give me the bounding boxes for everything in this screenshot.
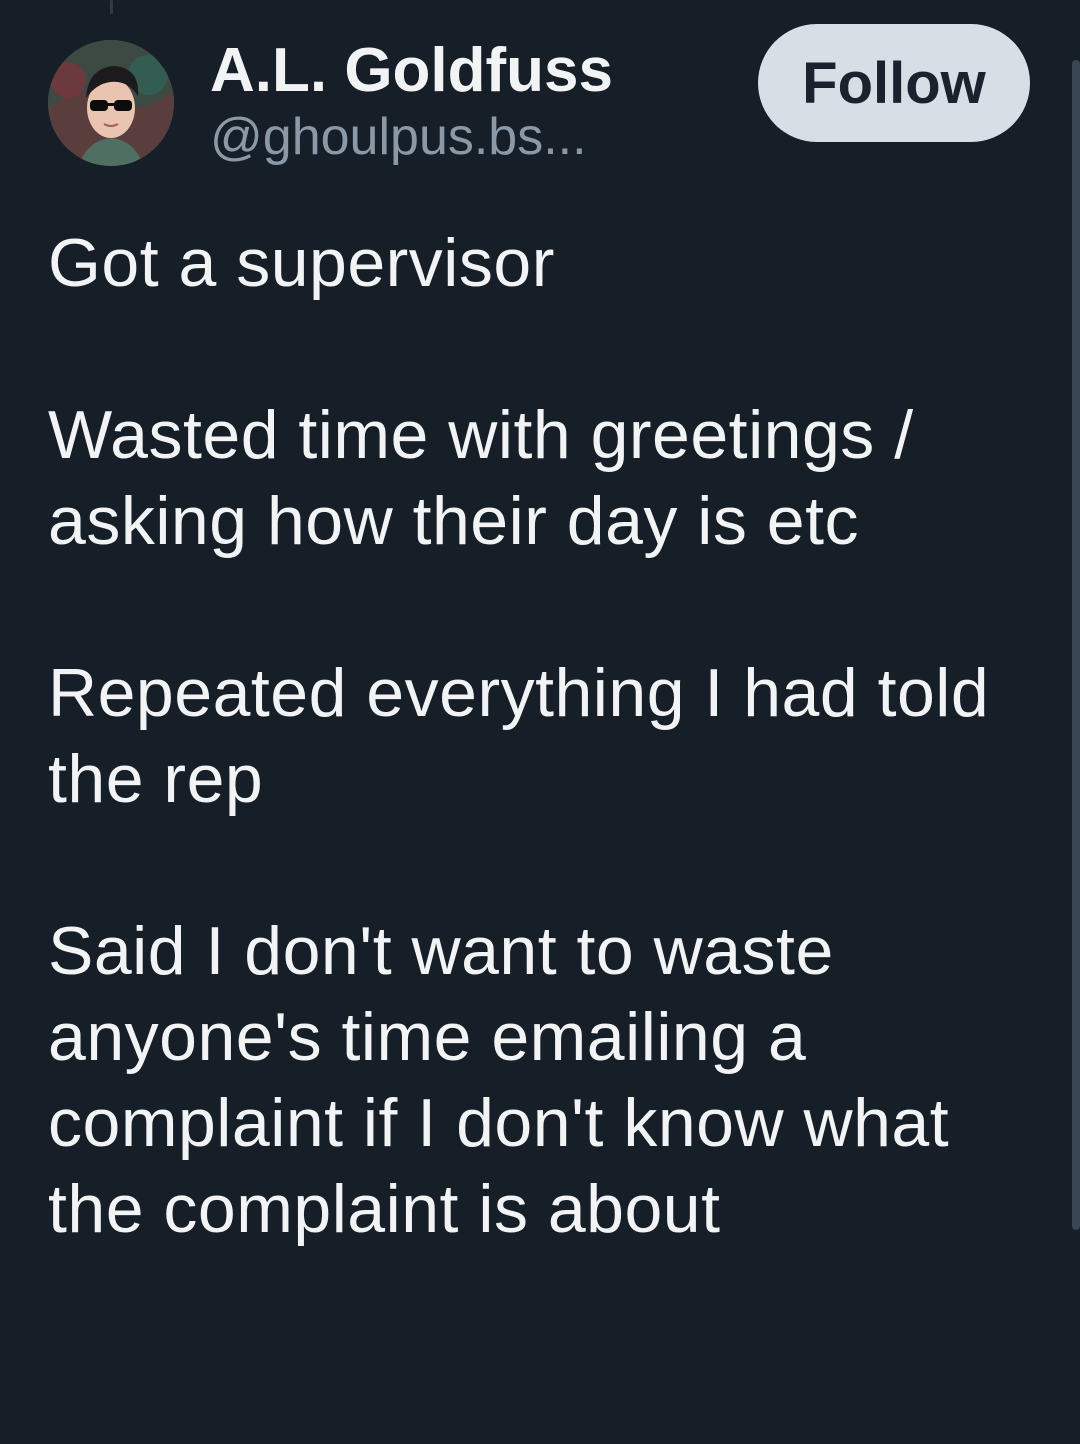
post-paragraph: Got a supervisor [48, 225, 555, 301]
post-paragraph: Said I don't want to waste anyone's time… [48, 913, 950, 1247]
avatar-image [48, 40, 174, 166]
author-display-name[interactable]: A.L. Goldfuss [210, 38, 613, 104]
follow-button[interactable]: Follow [758, 24, 1030, 142]
post-header: A.L. Goldfuss @ghoulpus.bs... Follow [48, 24, 1038, 170]
thread-connector-line [110, 0, 113, 14]
author-handle[interactable]: @ghoulpus.bs... [210, 104, 613, 170]
post-text: Got a supervisor Wasted time with greeti… [48, 220, 1038, 1252]
avatar[interactable] [48, 40, 174, 166]
post-paragraph: Repeated everything I had told the rep [48, 655, 990, 817]
author-names[interactable]: A.L. Goldfuss @ghoulpus.bs... [210, 38, 613, 170]
post-paragraph: Wasted time with greetings / asking how … [48, 397, 914, 559]
scrollbar[interactable] [1072, 60, 1080, 1230]
